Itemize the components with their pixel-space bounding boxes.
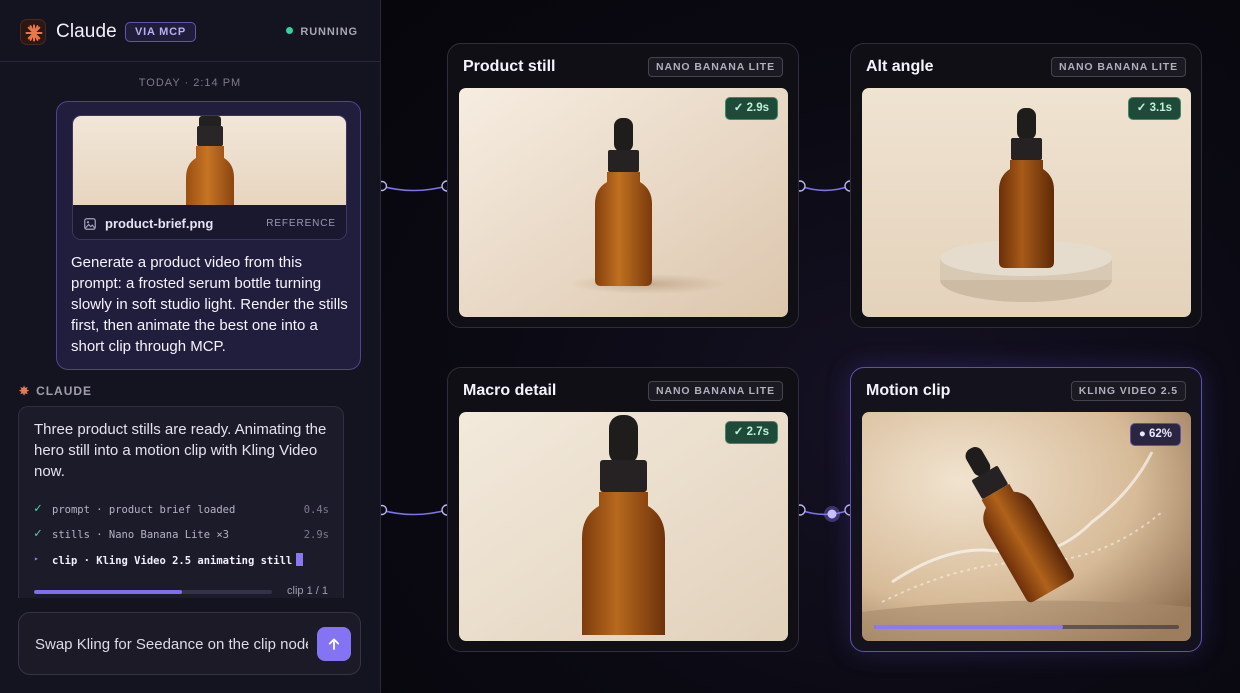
assistant-message-text: Three product stills are ready. Animatin… bbox=[34, 421, 327, 480]
attachment-card[interactable]: product-brief.png REFERENCE bbox=[72, 115, 347, 240]
message-composer bbox=[18, 612, 361, 675]
node-title: Motion clip bbox=[866, 382, 951, 399]
tool-steps: ✓ prompt · product brief loaded 0.4s ✓ s… bbox=[34, 501, 330, 577]
clip-progress-bar bbox=[34, 590, 272, 594]
video-progress-fill bbox=[874, 625, 1064, 629]
check-icon: ✓ bbox=[34, 501, 42, 516]
node-title: Product still bbox=[463, 58, 556, 75]
completion-time-badge: ✓ 3.1s bbox=[1127, 97, 1181, 120]
tool-step-time: 0.4s bbox=[303, 504, 329, 516]
completion-time-badge: ✓ 2.7s bbox=[724, 421, 778, 444]
running-arrow-icon: ▸ bbox=[34, 554, 39, 563]
tool-step-text: prompt · product brief loaded bbox=[52, 504, 236, 516]
attachment-reference-tag: REFERENCE bbox=[266, 218, 336, 229]
tool-step-running: ▸ clip · Kling Video 2.5 animating still bbox=[34, 552, 330, 577]
send-button[interactable] bbox=[317, 627, 351, 661]
model-tag: KLING VIDEO 2.5 bbox=[1070, 381, 1186, 401]
video-progress-bar bbox=[874, 625, 1179, 629]
message-input[interactable] bbox=[35, 634, 308, 654]
assistant-label-text: CLAUDE bbox=[36, 384, 93, 398]
clip-progress-fill bbox=[34, 590, 182, 594]
status-label: RUNNING bbox=[300, 26, 358, 38]
connector-wire bbox=[381, 185, 448, 192]
render-progress-badge: ● 62% bbox=[1129, 423, 1181, 446]
chat-header: Claude VIA MCP RUNNING bbox=[0, 0, 380, 62]
via-mcp-badge: VIA MCP bbox=[125, 22, 197, 42]
chat-panel: Claude VIA MCP RUNNING TODAY · 2:14 PM p… bbox=[0, 0, 381, 693]
status-dot-icon bbox=[286, 27, 294, 34]
model-tag: NANO BANANA LITE bbox=[647, 381, 783, 401]
typing-cursor bbox=[296, 553, 304, 566]
node-alt-angle[interactable]: Alt angle NANO BANANA LITE ✓ 3.1s bbox=[850, 43, 1202, 328]
tool-step-text: stills · Nano Banana Lite ×3 bbox=[52, 528, 230, 541]
node-title: Alt angle bbox=[866, 58, 934, 75]
connector-wire bbox=[381, 509, 448, 516]
tool-step-time: 2.9s bbox=[303, 528, 329, 541]
workflow-canvas: Product still NANO BANANA LITE ✓ 2.9s Al… bbox=[381, 0, 1240, 693]
output-port bbox=[381, 504, 388, 516]
assistant-label: ✸ CLAUDE bbox=[19, 384, 92, 398]
model-tag: NANO BANANA LITE bbox=[1050, 57, 1186, 77]
status-indicator: RUNNING bbox=[286, 26, 358, 38]
tool-step: ✓ prompt · product brief loaded 0.4s bbox=[34, 501, 330, 528]
connector-wire bbox=[799, 185, 851, 192]
node-preview-image: ✓ 2.9s bbox=[459, 88, 788, 317]
claude-star-icon: ✸ bbox=[19, 384, 31, 398]
data-pulse bbox=[827, 509, 837, 519]
attachment-thumbnail bbox=[73, 116, 346, 205]
output-port bbox=[381, 180, 388, 192]
attachment-meta: product-brief.png REFERENCE bbox=[73, 205, 346, 239]
assistant-message: Three product stills are ready. Animatin… bbox=[18, 406, 344, 598]
completion-time-badge: ✓ 2.9s bbox=[724, 97, 778, 120]
arrow-up-icon bbox=[328, 638, 340, 650]
node-motion-clip[interactable]: Motion clip KLING VIDEO 2.5 ● 62% bbox=[850, 367, 1202, 652]
attachment-file-name: product-brief.png bbox=[105, 216, 214, 231]
node-preview-image: ✓ 3.1s bbox=[862, 88, 1191, 317]
tool-step-text: clip · Kling Video 2.5 animating still bbox=[52, 555, 293, 567]
app-title: Claude bbox=[56, 21, 117, 42]
node-title: Macro detail bbox=[463, 382, 557, 399]
node-product-still[interactable]: Product still NANO BANANA LITE ✓ 2.9s bbox=[447, 43, 799, 328]
message-timestamp: TODAY · 2:14 PM bbox=[138, 77, 242, 89]
claude-starburst-icon bbox=[20, 19, 46, 45]
model-tag: NANO BANANA LITE bbox=[647, 57, 783, 77]
image-file-icon bbox=[84, 217, 96, 235]
check-icon: ✓ bbox=[34, 525, 42, 541]
tool-step: ✓ stills · Nano Banana Lite ×3 2.9s bbox=[34, 525, 330, 553]
user-message-text: Generate a product video from this promp… bbox=[71, 254, 348, 355]
node-preview-video: ● 62% bbox=[862, 412, 1191, 641]
user-message: product-brief.png REFERENCE Generate a p… bbox=[56, 101, 361, 370]
clip-count: clip 1 / 1 bbox=[287, 585, 328, 597]
node-preview-image: ✓ 2.7s bbox=[459, 412, 788, 641]
tool-step-text-wrap: clip · Kling Video 2.5 animating still bbox=[52, 553, 304, 567]
node-macro-detail[interactable]: Macro detail NANO BANANA LITE ✓ 2.7s bbox=[447, 367, 799, 652]
